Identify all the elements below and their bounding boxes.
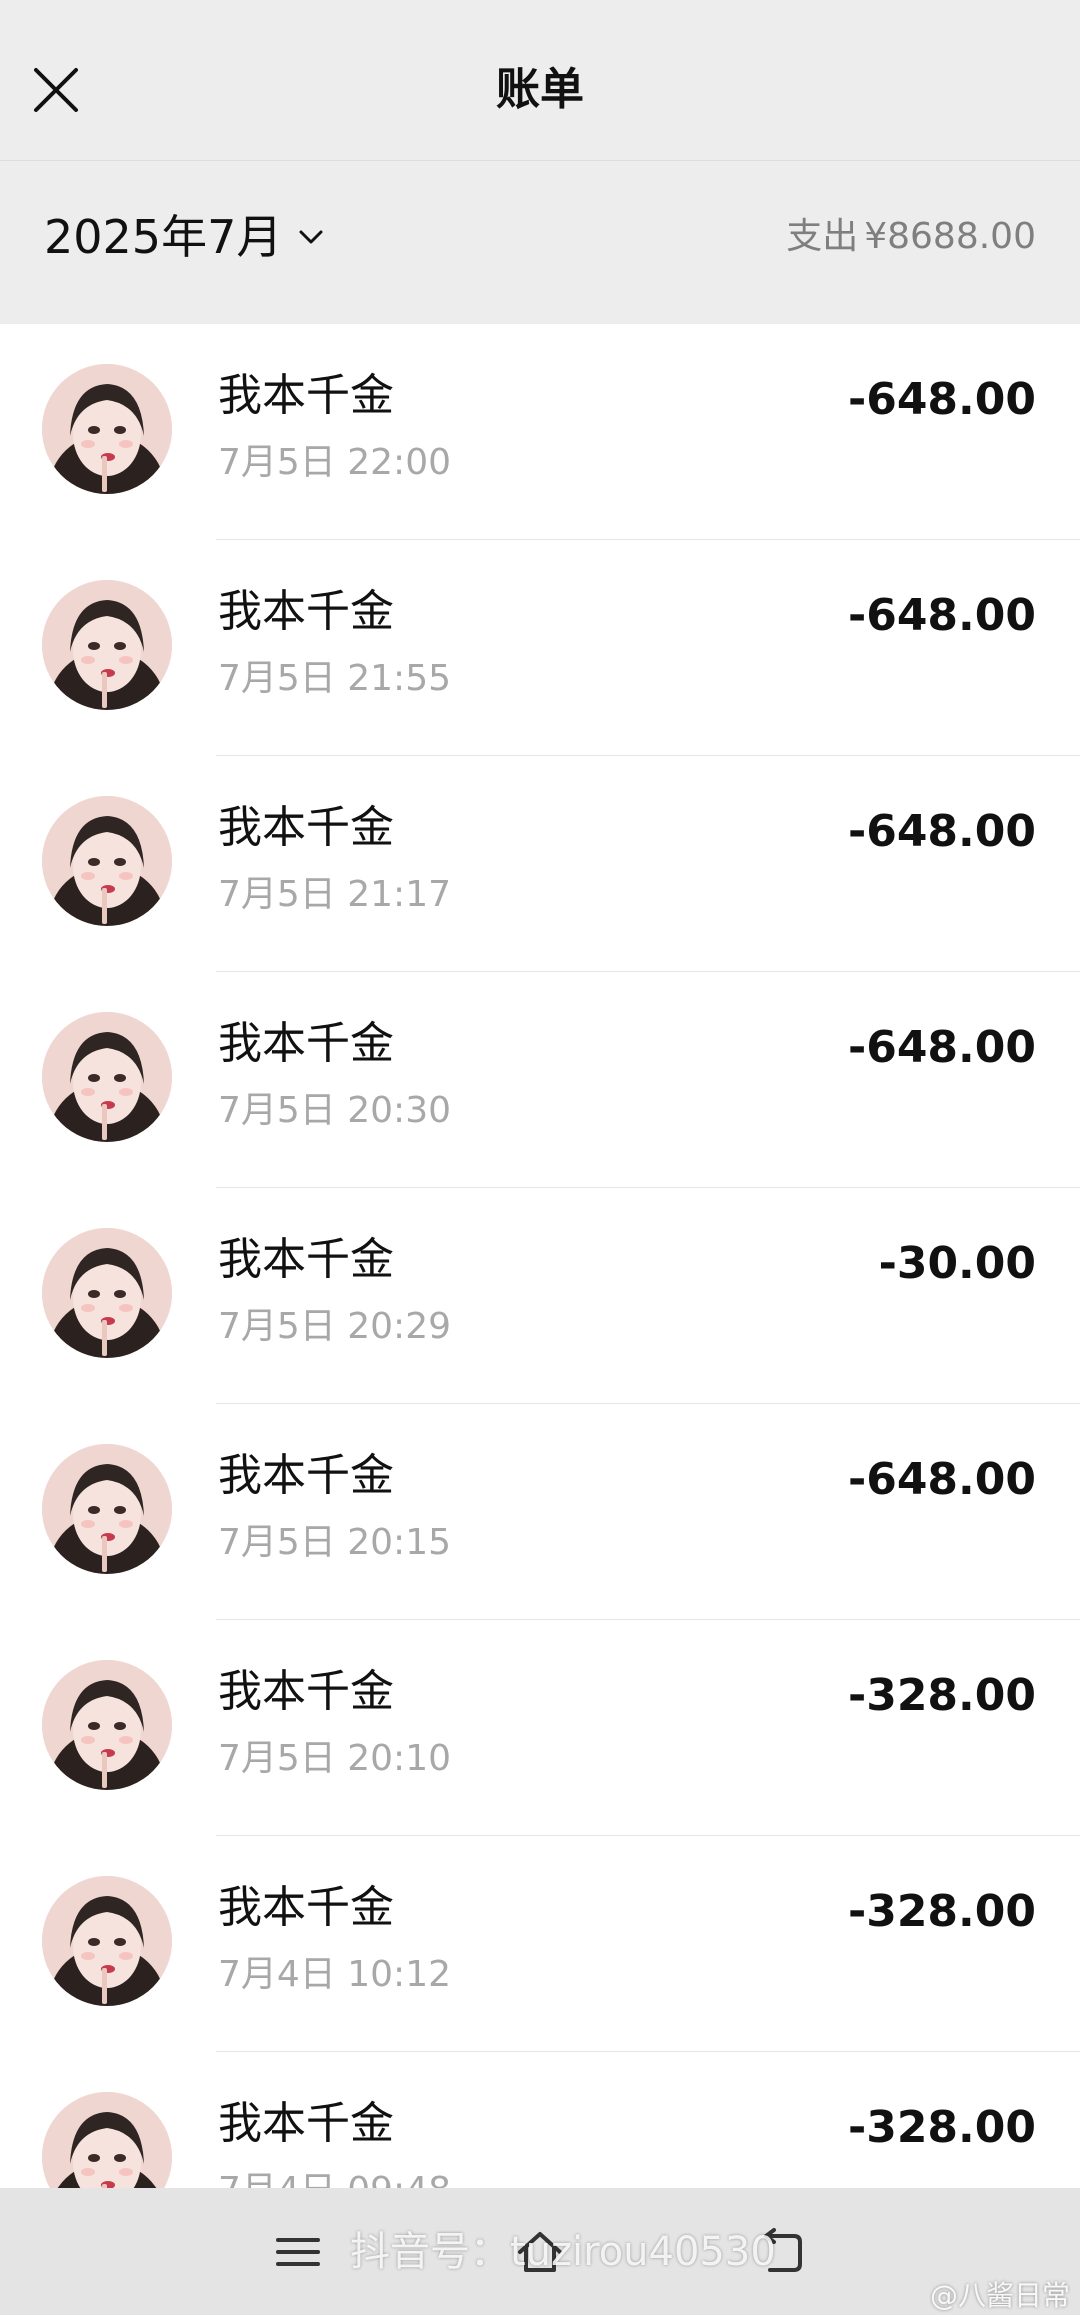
- avatar: [42, 1444, 172, 1574]
- bill-item[interactable]: 我本千金 7月4日 09:48 -328.00: [0, 2052, 1080, 2188]
- transaction-time: 7月5日 22:00: [218, 442, 451, 483]
- menu-icon[interactable]: [270, 2224, 326, 2280]
- transaction-time: 7月5日 21:55: [218, 658, 451, 699]
- bill-item[interactable]: 我本千金 7月5日 20:15 -648.00: [0, 1404, 1080, 1620]
- transaction-time: 7月5日 21:17: [218, 874, 451, 915]
- page-title: 账单: [496, 64, 584, 115]
- transaction-amount: -648.00: [847, 806, 1036, 857]
- bill-list[interactable]: 我本千金 7月5日 22:00 -648.00 我本千金 7月5日 21:55 …: [0, 324, 1080, 2188]
- merchant-name: 我本千金: [218, 1882, 394, 1933]
- month-summary: 2025年7月 支出 ¥8688.00: [0, 161, 1080, 314]
- transaction-amount: -328.00: [847, 2102, 1036, 2153]
- merchant-name: 我本千金: [218, 1234, 394, 1285]
- transaction-time: 7月4日 09:48: [218, 2168, 451, 2188]
- expense-amount: ¥8688.00: [864, 216, 1036, 257]
- chevron-down-icon: [299, 230, 323, 244]
- transaction-amount: -328.00: [847, 1670, 1036, 1721]
- transaction-amount: -648.00: [847, 1454, 1036, 1505]
- transaction-time: 7月5日 20:15: [218, 1522, 451, 1563]
- weibo-watermark: @八酱日常: [929, 2279, 1070, 2312]
- transaction-amount: -648.00: [847, 590, 1036, 641]
- merchant-name: 我本千金: [218, 586, 394, 637]
- merchant-name: 我本千金: [218, 1018, 394, 1069]
- merchant-name: 我本千金: [218, 370, 394, 421]
- bill-item[interactable]: 我本千金 7月5日 21:55 -648.00: [0, 540, 1080, 756]
- merchant-name: 我本千金: [218, 1450, 394, 1501]
- transaction-amount: -648.00: [847, 374, 1036, 425]
- system-nav-bar: 抖音号：tuzirou40530 @八酱日常: [0, 2188, 1080, 2315]
- bill-item[interactable]: 我本千金 7月5日 20:10 -328.00: [0, 1620, 1080, 1836]
- transaction-amount: -30.00: [878, 1238, 1036, 1289]
- avatar: [42, 580, 172, 710]
- bill-item[interactable]: 我本千金 7月5日 20:29 -30.00: [0, 1188, 1080, 1404]
- avatar: [42, 1876, 172, 2006]
- transaction-time: 7月5日 20:30: [218, 1090, 451, 1131]
- bill-item[interactable]: 我本千金 7月5日 20:30 -648.00: [0, 972, 1080, 1188]
- merchant-name: 我本千金: [218, 1666, 394, 1717]
- transaction-time: 7月5日 20:29: [218, 1306, 451, 1347]
- month-picker[interactable]: 2025年7月: [44, 207, 326, 267]
- title-bar: 账单: [0, 0, 1080, 161]
- avatar: [42, 1660, 172, 1790]
- expense-total: 支出 ¥8688.00: [786, 213, 1036, 261]
- transaction-time: 7月5日 20:10: [218, 1738, 451, 1779]
- bill-item[interactable]: 我本千金 7月4日 10:12 -328.00: [0, 1836, 1080, 2052]
- douyin-watermark: 抖音号：tuzirou40530: [350, 2229, 776, 2275]
- avatar: [42, 1228, 172, 1358]
- avatar: [42, 364, 172, 494]
- month-label: 2025年7月: [44, 210, 283, 264]
- merchant-name: 我本千金: [218, 2098, 394, 2149]
- transaction-amount: -328.00: [847, 1886, 1036, 1937]
- transaction-amount: -648.00: [847, 1022, 1036, 1073]
- bill-item[interactable]: 我本千金 7月5日 21:17 -648.00: [0, 756, 1080, 972]
- avatar: [42, 796, 172, 926]
- expense-label: 支出: [786, 216, 859, 257]
- transaction-time: 7月4日 10:12: [218, 1954, 451, 1995]
- bill-item[interactable]: 我本千金 7月5日 22:00 -648.00: [0, 324, 1080, 540]
- merchant-name: 我本千金: [218, 802, 394, 853]
- avatar: [42, 1012, 172, 1142]
- avatar: [42, 2092, 172, 2188]
